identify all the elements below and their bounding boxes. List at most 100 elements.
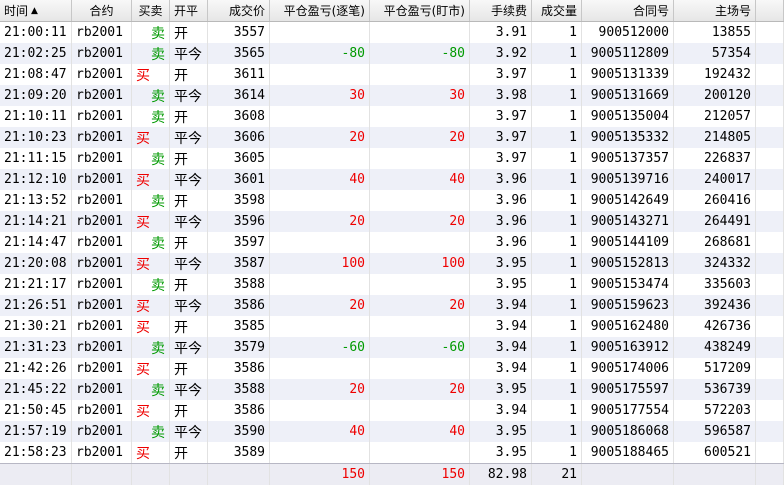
sort-ascending-icon: ▲ [31, 5, 38, 16]
cell-contract: rb2001 [72, 421, 132, 442]
column-header-openclose[interactable]: 开平 [170, 0, 208, 21]
cell-openclose: 开 [170, 232, 208, 253]
cell-fee: 3.94 [470, 316, 532, 337]
cell-price: 3601 [208, 169, 270, 190]
cell-contract-no: 9005112809 [582, 43, 674, 64]
table-row[interactable]: 21:45:22 rb2001 卖平今 3588 20 20 3.95 1 9005175597… [0, 379, 784, 400]
cell-side: 买 [132, 316, 170, 337]
cell-pnl-close: 20 [270, 295, 370, 316]
table-row[interactable]: 21:14:47 rb2001 卖开 3597 3.96 1 9005144109 26868… [0, 232, 784, 253]
cell-exch-no: 335603 [674, 274, 756, 295]
column-header-price[interactable]: 成交价 [208, 0, 270, 21]
cell-filler [756, 358, 784, 379]
column-header-exch-no[interactable]: 主场号 [674, 0, 756, 21]
cell-pnl-close: -80 [270, 43, 370, 64]
cell-time: 21:10:23 [0, 127, 72, 148]
cell-filler [756, 274, 784, 295]
table-row[interactable]: 21:02:25 rb2001 卖平今 3565 -80 -80 3.92 1 90051128… [0, 43, 784, 64]
table-row[interactable]: 21:00:11 rb2001 卖开 3557 3.91 1 900512000 13855 [0, 22, 784, 43]
cell-fee: 3.91 [470, 22, 532, 43]
table-row[interactable]: 21:57:19 rb2001 卖平今 3590 40 40 3.95 1 9005186068… [0, 421, 784, 442]
cell-openclose: 平今 [170, 85, 208, 106]
cell-side: 卖 [132, 106, 170, 127]
cell-pnl-close: 20 [270, 211, 370, 232]
table-row[interactable]: 21:13:52 rb2001 卖开 3598 3.96 1 9005142649 26041… [0, 190, 784, 211]
cell-contract-no: 9005174006 [582, 358, 674, 379]
cell-pnl-close: 20 [270, 379, 370, 400]
table-row[interactable]: 21:26:51 rb2001 买平今 3586 20 20 3.94 1 9005159623… [0, 295, 784, 316]
cell-qty: 1 [532, 127, 582, 148]
cell-pnl-mark: 40 [370, 169, 470, 190]
cell-openclose: 开 [170, 64, 208, 85]
cell-openclose: 开 [170, 274, 208, 295]
table-row[interactable]: 21:10:11 rb2001 卖开 3608 3.97 1 9005135004 21205… [0, 106, 784, 127]
column-header-fee[interactable]: 手续费 [470, 0, 532, 21]
cell-fee: 3.97 [470, 127, 532, 148]
cell-fee: 3.95 [470, 442, 532, 463]
cell-contract-no: 9005186068 [582, 421, 674, 442]
cell-pnl-close [270, 106, 370, 127]
cell-price: 3587 [208, 253, 270, 274]
cell-side: 买 [132, 400, 170, 421]
cell-pnl-mark [370, 22, 470, 43]
total-pnl-mark: 150 [370, 464, 470, 485]
table-row[interactable]: 21:20:08 rb2001 买平今 3587 100 100 3.95 1 90051528… [0, 253, 784, 274]
grid-body: 21:00:11 rb2001 卖开 3557 3.91 1 900512000 13855 2… [0, 22, 784, 463]
cell-time: 21:21:17 [0, 274, 72, 295]
cell-fee: 3.97 [470, 148, 532, 169]
cell-openclose: 平今 [170, 169, 208, 190]
cell-pnl-mark [370, 274, 470, 295]
cell-side: 卖 [132, 421, 170, 442]
cell-time: 21:50:45 [0, 400, 72, 421]
cell-qty: 1 [532, 358, 582, 379]
cell-pnl-close: 30 [270, 85, 370, 106]
cell-contract-no: 9005153474 [582, 274, 674, 295]
column-header-filler [756, 0, 784, 21]
column-header-pnl-close[interactable]: 平仓盈亏(逐笔) [270, 0, 370, 21]
cell-contract: rb2001 [72, 106, 132, 127]
table-row[interactable]: 21:21:17 rb2001 卖开 3588 3.95 1 9005153474 33560… [0, 274, 784, 295]
cell-pnl-close: 100 [270, 253, 370, 274]
table-row[interactable]: 21:11:15 rb2001 卖开 3605 3.97 1 9005137357 22683… [0, 148, 784, 169]
cell-side: 买 [132, 127, 170, 148]
column-header-pnl-mark[interactable]: 平仓盈亏(盯市) [370, 0, 470, 21]
cell-time: 21:31:23 [0, 337, 72, 358]
cell-fee: 3.95 [470, 253, 532, 274]
cell-filler [756, 316, 784, 337]
cell-pnl-close [270, 148, 370, 169]
table-row[interactable]: 21:31:23 rb2001 卖平今 3579 -60 -60 3.94 1 90051639… [0, 337, 784, 358]
cell-side: 买 [132, 358, 170, 379]
cell-pnl-close [270, 274, 370, 295]
column-header-side[interactable]: 买卖 [132, 0, 170, 21]
cell-contract-no: 9005163912 [582, 337, 674, 358]
cell-pnl-close [270, 442, 370, 463]
table-row[interactable]: 21:58:23 rb2001 买开 3589 3.95 1 9005188465 60052… [0, 442, 784, 463]
total-fee: 82.98 [470, 464, 532, 485]
cell-filler [756, 379, 784, 400]
column-header-time[interactable]: 时间 ▲ [0, 0, 72, 21]
column-header-contract[interactable]: 合约 [72, 0, 132, 21]
cell-pnl-mark [370, 106, 470, 127]
table-row[interactable]: 21:08:47 rb2001 买开 3611 3.97 1 9005131339 19243… [0, 64, 784, 85]
table-row[interactable]: 21:12:10 rb2001 买平今 3601 40 40 3.96 1 9005139716… [0, 169, 784, 190]
cell-qty: 1 [532, 295, 582, 316]
cell-price: 3590 [208, 421, 270, 442]
cell-filler [756, 253, 784, 274]
table-row[interactable]: 21:10:23 rb2001 买平今 3606 20 20 3.97 1 9005135332… [0, 127, 784, 148]
cell-filler [756, 85, 784, 106]
cell-exch-no: 268681 [674, 232, 756, 253]
cell-pnl-mark: 20 [370, 127, 470, 148]
cell-pnl-mark [370, 64, 470, 85]
column-header-contract-no[interactable]: 合同号 [582, 0, 674, 21]
table-row[interactable]: 21:42:26 rb2001 买开 3586 3.94 1 9005174006 51720… [0, 358, 784, 379]
column-header-qty[interactable]: 成交量 [532, 0, 582, 21]
cell-filler [756, 43, 784, 64]
table-row[interactable]: 21:09:20 rb2001 卖平今 3614 30 30 3.98 1 9005131669… [0, 85, 784, 106]
table-row[interactable]: 21:30:21 rb2001 买开 3585 3.94 1 9005162480 42673… [0, 316, 784, 337]
cell-side: 卖 [132, 232, 170, 253]
cell-time: 21:57:19 [0, 421, 72, 442]
table-row[interactable]: 21:50:45 rb2001 买开 3586 3.94 1 9005177554 57220… [0, 400, 784, 421]
cell-qty: 1 [532, 148, 582, 169]
table-row[interactable]: 21:14:21 rb2001 买平今 3596 20 20 3.96 1 9005143271… [0, 211, 784, 232]
cell-exch-no: 536739 [674, 379, 756, 400]
